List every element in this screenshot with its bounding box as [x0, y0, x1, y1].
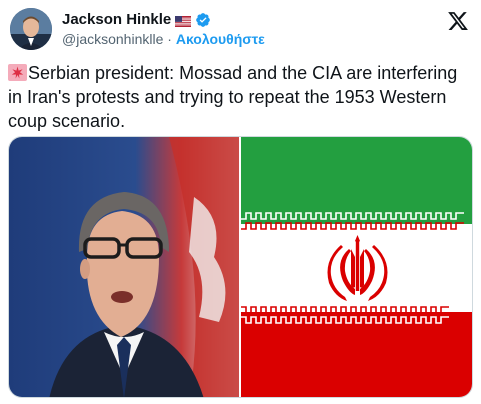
tweet-body: Serbian president: Mossad and the CIA ar… — [8, 63, 458, 131]
author-handle-row: @jacksonhinklle · Ακολουθήστε — [62, 31, 265, 47]
iran-flag-image[interactable] — [241, 137, 472, 397]
tweet-text: Serbian president: Mossad and the CIA ar… — [8, 61, 474, 133]
author-handle[interactable]: @jacksonhinklle — [62, 31, 163, 47]
handle-separator: · — [167, 31, 172, 47]
tweet-media[interactable] — [8, 136, 473, 398]
verified-badge-icon — [195, 12, 211, 28]
author-name-row: Jackson Hinkle — [62, 11, 211, 28]
author-avatar[interactable] — [10, 8, 52, 50]
serbian-president-photo[interactable] — [9, 137, 239, 397]
author-display-name[interactable]: Jackson Hinkle — [62, 11, 171, 28]
rotating-light-icon — [8, 63, 27, 81]
tweet-card: Jackson Hinkle @jacksonhinklle · Ακολουθ… — [0, 0, 481, 404]
tweet-header: Jackson Hinkle @jacksonhinklle · Ακολουθ… — [8, 6, 473, 50]
x-logo-icon[interactable] — [447, 10, 469, 32]
us-flag-icon — [175, 14, 192, 27]
follow-button[interactable]: Ακολουθήστε — [176, 31, 265, 47]
